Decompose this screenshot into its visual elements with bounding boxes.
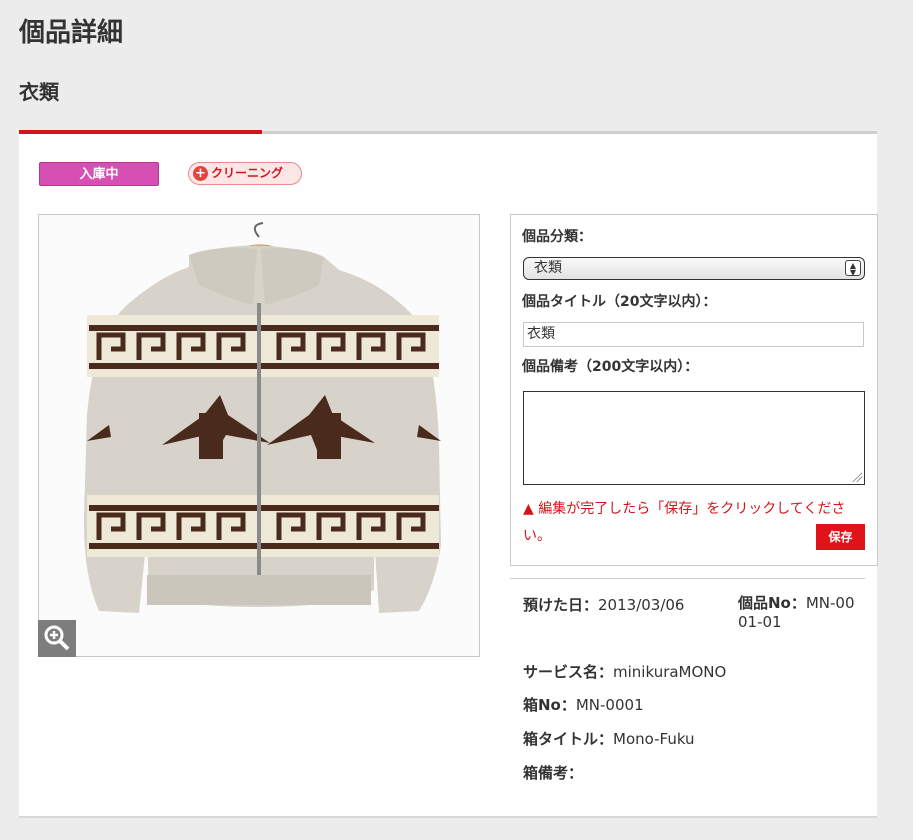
category-heading: 衣類 (19, 80, 59, 104)
deposit-date: 預けた日：2013/03/06 (523, 594, 684, 615)
service-name-label: サービス名： (523, 663, 614, 681)
zoom-button[interactable] (38, 620, 76, 657)
title-label: 個品タイトル（20文字以内）： (522, 294, 717, 310)
category-select-value: 衣類 (534, 260, 562, 276)
note-textarea[interactable] (523, 391, 865, 485)
resize-grip-icon[interactable] (852, 472, 862, 482)
item-number-label: 個品No： (738, 594, 806, 612)
sweater-image (39, 215, 479, 656)
plus-circle-icon: + (193, 166, 208, 181)
box-title-label: 箱タイトル： (523, 730, 614, 748)
item-photo[interactable] (38, 214, 480, 657)
box-title: 箱タイトル：Mono-Fuku (523, 728, 695, 749)
edit-notice: ▲ 編集が完了したら「保存」をクリックしてください。 (523, 501, 846, 544)
service-name: サービス名：minikuraMONO (523, 661, 726, 682)
cleaning-badge[interactable]: + クリーニング (188, 162, 302, 185)
category-label: 個品分類： (522, 229, 592, 245)
deposit-date-value: 2013/03/06 (598, 596, 685, 614)
select-arrows-icon: ▲ ▼ (845, 260, 861, 277)
category-select[interactable]: 衣類 ▲ ▼ (523, 257, 865, 280)
note-label: 個品備考（200文字以内）： (522, 359, 699, 375)
box-number-value: MN-0001 (575, 696, 644, 714)
page-title: 個品詳細 (19, 18, 124, 48)
item-number: 個品No：MN-0001-01 (738, 594, 863, 632)
title-input[interactable]: 衣類 (523, 322, 864, 347)
deposit-date-label: 預けた日： (523, 596, 599, 614)
info-divider (510, 578, 865, 579)
box-note-label: 箱備考： (523, 764, 584, 782)
box-note: 箱備考： (523, 762, 583, 783)
zoom-in-icon (44, 625, 70, 651)
cleaning-label: クリーニング (211, 166, 284, 180)
box-number-label: 箱No： (523, 696, 576, 714)
service-name-value: minikuraMONO (613, 663, 727, 681)
status-badge: 入庫中 (39, 162, 159, 186)
save-button[interactable]: 保存 (816, 524, 865, 550)
box-title-value: Mono-Fuku (613, 730, 695, 748)
box-number: 箱No：MN-0001 (523, 694, 644, 715)
